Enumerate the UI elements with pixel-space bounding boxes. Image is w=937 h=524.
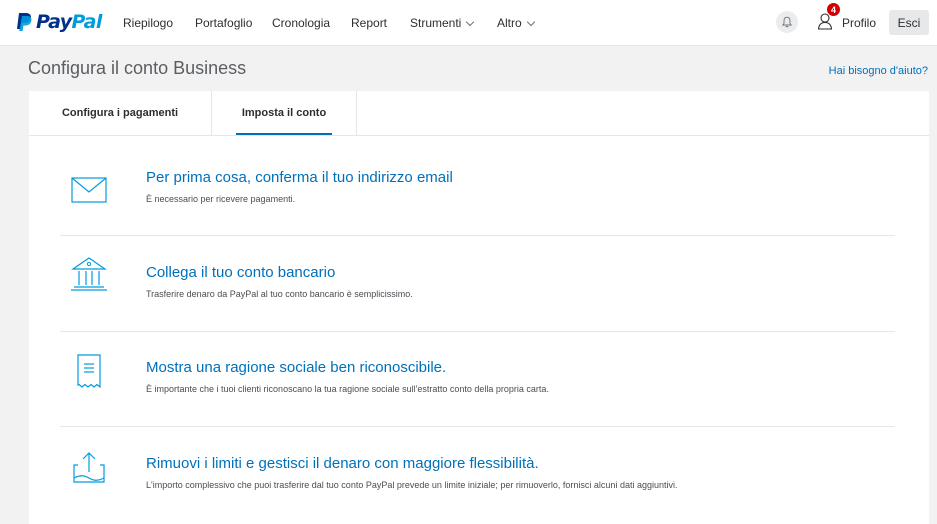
tab-bar: Configura i pagamenti Imposta il conto bbox=[29, 91, 929, 136]
bell-icon bbox=[781, 16, 793, 28]
nav-item-riepilogo[interactable]: Riepilogo bbox=[123, 16, 173, 30]
nav-item-report[interactable]: Report bbox=[351, 16, 387, 30]
nav-item-altro-label: Altro bbox=[497, 16, 522, 30]
divider bbox=[60, 426, 895, 427]
notification-badge: 4 bbox=[827, 3, 840, 16]
page-title: Configura il conto Business bbox=[28, 58, 247, 78]
nav-item-cronologia[interactable]: Cronologia bbox=[272, 16, 330, 30]
step-confirm-email[interactable]: Per prima cosa, conferma il tuo indirizz… bbox=[60, 169, 895, 219]
nav-item-portafoglio[interactable]: Portafoglio bbox=[195, 16, 252, 30]
receipt-icon bbox=[77, 354, 101, 389]
step-description: È necessario per ricevere pagamenti. bbox=[146, 194, 296, 204]
divider bbox=[60, 235, 895, 236]
divider bbox=[60, 331, 895, 332]
step-business-name[interactable]: Mostra una ragione sociale ben riconosci… bbox=[60, 354, 895, 409]
step-title[interactable]: Per prima cosa, conferma il tuo indirizz… bbox=[146, 169, 453, 186]
paypal-logo[interactable]: PayPal bbox=[16, 10, 102, 34]
chevron-down-icon bbox=[526, 17, 535, 27]
step-link-bank[interactable]: Collega il tuo conto bancario Trasferire… bbox=[60, 257, 895, 314]
chevron-down-icon bbox=[466, 17, 475, 27]
paypal-p-icon bbox=[17, 13, 32, 31]
tab-configura-pagamenti[interactable]: Configura i pagamenti bbox=[29, 91, 212, 135]
step-description: L'importo complessivo che puoi trasferir… bbox=[146, 480, 678, 490]
step-description: Trasferire denaro da PayPal al tuo conto… bbox=[146, 289, 413, 299]
nav-item-altro[interactable]: Altro bbox=[497, 16, 535, 30]
tab-imposta-conto[interactable]: Imposta il conto bbox=[212, 91, 357, 135]
notifications-button[interactable] bbox=[776, 11, 798, 33]
step-remove-limits[interactable]: Rimuovi i limiti e gestisci il denaro co… bbox=[60, 452, 895, 505]
setup-card: Configura i pagamenti Imposta il conto P… bbox=[29, 91, 929, 524]
step-title[interactable]: Mostra una ragione sociale ben riconosci… bbox=[146, 359, 446, 376]
logout-button[interactable]: Esci bbox=[889, 10, 929, 35]
step-title[interactable]: Collega il tuo conto bancario bbox=[146, 264, 335, 281]
top-navigation-bar: PayPal Riepilogo Portafoglio Cronologia … bbox=[0, 0, 937, 46]
nav-item-strumenti[interactable]: Strumenti bbox=[410, 16, 475, 30]
nav-item-strumenti-label: Strumenti bbox=[410, 16, 462, 30]
envelope-icon bbox=[71, 177, 107, 203]
profile-link[interactable]: Profilo bbox=[842, 16, 876, 30]
step-description: È importante che i tuoi clienti riconosc… bbox=[146, 384, 549, 394]
help-link[interactable]: Hai bisogno d'aiuto? bbox=[829, 65, 928, 77]
bank-icon bbox=[71, 257, 107, 291]
upload-tray-icon bbox=[73, 452, 105, 483]
step-title[interactable]: Rimuovi i limiti e gestisci il denaro co… bbox=[146, 455, 539, 472]
paypal-wordmark: PayPal bbox=[36, 11, 102, 33]
